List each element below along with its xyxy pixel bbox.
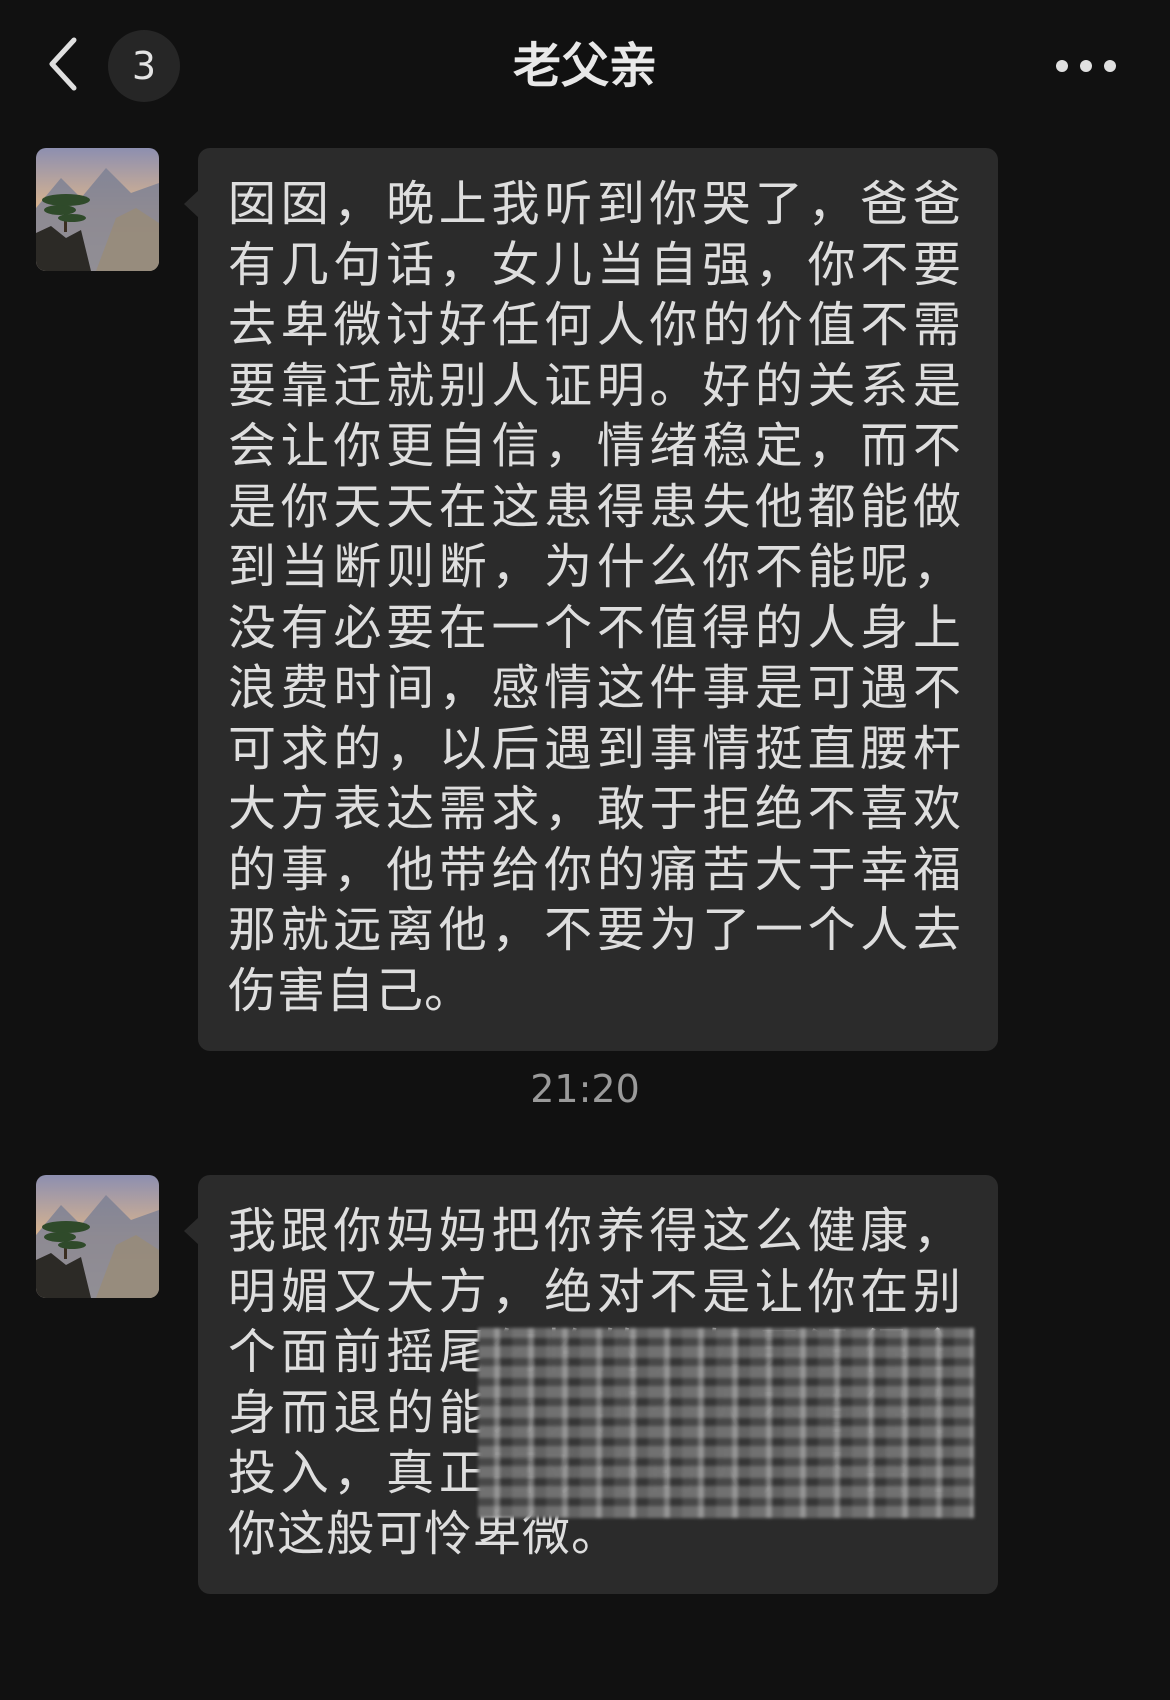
bubble-tail	[184, 190, 199, 218]
message-timestamp: 21:20	[530, 1067, 640, 1111]
bubble-tail	[184, 1217, 199, 1245]
chat-title: 老父亲	[512, 38, 657, 94]
mountain-pine-avatar-image	[36, 148, 159, 271]
redaction-overlay	[478, 1328, 974, 1518]
ellipsis-icon	[1056, 60, 1116, 72]
chat-header: 3 老父亲	[0, 0, 1170, 132]
more-options-button[interactable]	[1052, 48, 1130, 84]
message-bubble[interactable]: 囡囡，晚上我听到你哭了，爸爸有几句话，女儿当自强，你不要去卑微讨好任何人你的价值…	[198, 148, 998, 1051]
mountain-pine-avatar-image	[36, 1175, 159, 1298]
message-text: 囡囡，晚上我听到你哭了，爸爸有几句话，女儿当自强，你不要去卑微讨好任何人你的价值…	[228, 176, 962, 1019]
contact-avatar[interactable]	[36, 1175, 159, 1298]
contact-avatar[interactable]	[36, 148, 159, 271]
